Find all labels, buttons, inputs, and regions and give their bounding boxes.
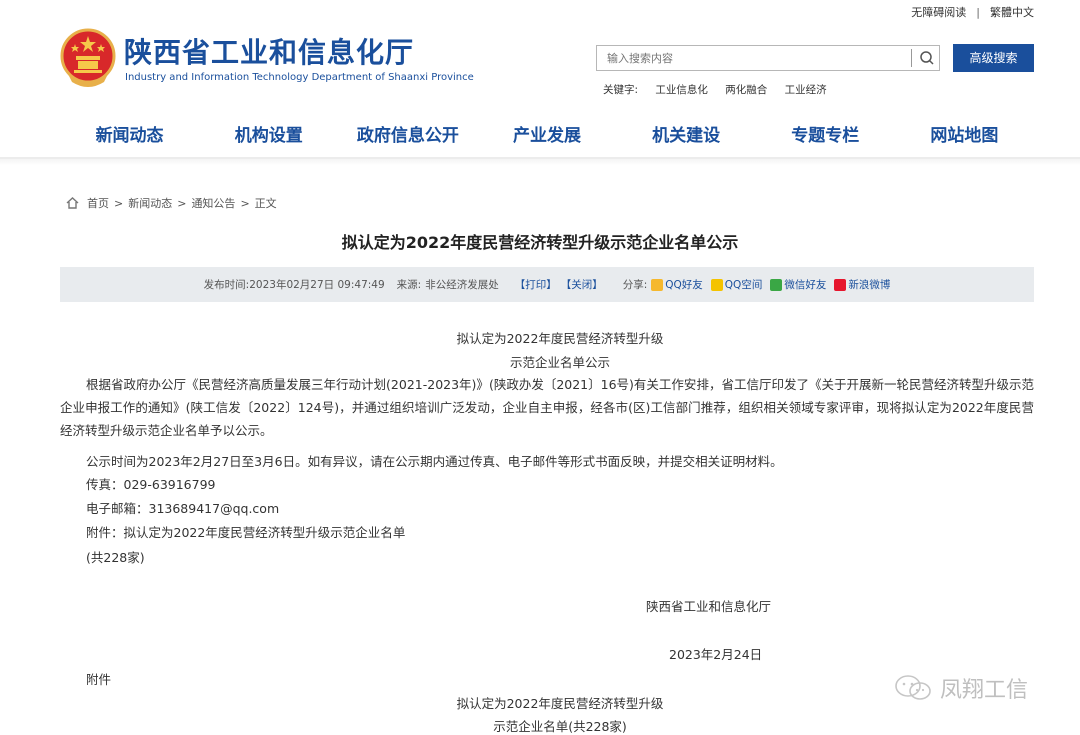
watermark: 凤翔工信 (894, 670, 1048, 706)
wechat-watermark-icon (895, 675, 931, 700)
notice-text: 公示时间为2023年2月27日至3月6日。如有异议，请在公示期内通过传真、电子邮… (86, 454, 783, 469)
advanced-search-button[interactable]: 高级搜索 (953, 44, 1034, 72)
breadcrumb-separator: > (240, 196, 250, 210)
signature: 陕西省工业和信息化厅 (646, 599, 772, 614)
search-keywords: 关键字: 工业信息化 两化融合 工业经济 (603, 82, 841, 97)
qq-icon (651, 278, 664, 291)
breadcrumb-news[interactable]: 新闻动态 (128, 195, 172, 211)
article-meta: 发布时间: 2023年02月27日 09:47:49 来源: 非公经济发展处 【… (60, 267, 1034, 302)
search-input[interactable] (597, 46, 917, 70)
wechat-icon (770, 278, 783, 291)
signature-date: 2023年2月24日 (669, 647, 763, 662)
appendix-heading-2: 示范企业名单(共228家) (493, 719, 627, 734)
search-box (596, 45, 940, 71)
print-link[interactable]: 【打印】 (515, 277, 557, 292)
keyword-link[interactable]: 两化融合 (725, 84, 767, 96)
article-title: 拟认定为2022年度民营经济转型升级示范企业名单公示 (341, 233, 739, 252)
publish-label: 发布时间: (203, 279, 250, 291)
article-heading-2: 示范企业名单公示 (509, 355, 610, 370)
share-qq-friend[interactable]: QQ好友 (651, 277, 703, 292)
accessibility-link[interactable]: 无障碍阅读 (911, 6, 966, 19)
nav-item-party[interactable]: 机关建设 (617, 122, 756, 150)
source-label: 来源: (396, 279, 422, 291)
breadcrumb-current: 正文 (254, 197, 277, 210)
national-emblem-icon (60, 28, 116, 87)
keyword-link[interactable]: 工业信息化 (655, 84, 708, 96)
breadcrumb: 首页 > 新闻动态 > 通知公告 > 正文 (66, 195, 277, 211)
divider: | (976, 6, 980, 19)
fax-text: 传真：029-63916799 (86, 477, 216, 492)
keyword-link[interactable]: 工业经济 (785, 84, 827, 96)
site-title-cn[interactable]: 陕西省工业和信息化厅 (124, 31, 414, 71)
main-nav: 新闻动态 机构设置 政府信息公开 产业发展 机关建设 专题专栏 网站地图 (60, 122, 1034, 150)
breadcrumb-separator: > (177, 196, 187, 210)
watermark-text: 凤翔工信 (940, 678, 1029, 703)
share-qzone[interactable]: QQ空间 (710, 277, 763, 292)
traditional-chinese-link[interactable]: 繁體中文 (990, 6, 1034, 19)
attachment-count: (共228家) (86, 550, 145, 565)
share-wechat[interactable]: 微信好友 (770, 277, 826, 292)
nav-item-sitemap[interactable]: 网站地图 (895, 122, 1034, 150)
article-paragraph: 根据省政府办公厅《民营经济高质量发展三年行动计划(2021-2023年)》(陕政… (60, 377, 1034, 438)
share-qq-friend-label: QQ好友 (665, 279, 703, 291)
utility-links: 无障碍阅读 | 繁體中文 (911, 4, 1034, 20)
share-weibo[interactable]: 新浪微博 (834, 277, 890, 292)
share-wechat-label: 微信好友 (784, 279, 827, 291)
qzone-icon (710, 278, 723, 291)
home-icon (66, 197, 79, 209)
search-divider (911, 49, 912, 67)
share-label: 分享: (622, 279, 648, 291)
breadcrumb-notices[interactable]: 通知公告 (191, 195, 235, 211)
search-icon[interactable] (919, 50, 935, 66)
nav-item-industry[interactable]: 产业发展 (477, 122, 616, 150)
email-text: 电子邮箱：313689417@qq.com (86, 501, 280, 516)
appendix-label: 附件 (86, 672, 112, 687)
nav-item-topics[interactable]: 专题专栏 (756, 122, 895, 150)
publish-time: 2023年02月27日 09:47:49 (249, 279, 385, 291)
site-title-en: Industry and Information Technology Depa… (125, 72, 474, 83)
nav-item-gov-info[interactable]: 政府信息公开 (338, 122, 477, 150)
attachment-text: 附件：拟认定为2022年度民营经济转型升级示范企业名单 (86, 525, 406, 540)
article-heading-1: 拟认定为2022年度民营经济转型升级 (456, 331, 664, 346)
nav-item-organization[interactable]: 机构设置 (199, 122, 338, 150)
share-weibo-label: 新浪微博 (848, 279, 891, 291)
weibo-icon (834, 278, 847, 291)
breadcrumb-home[interactable]: 首页 (87, 195, 109, 211)
keywords-label: 关键字: (603, 84, 639, 96)
nav-item-news[interactable]: 新闻动态 (60, 122, 199, 150)
breadcrumb-separator: > (114, 196, 124, 210)
close-link[interactable]: 【关闭】 (561, 277, 603, 292)
share-qzone-label: QQ空间 (724, 279, 763, 291)
nav-shadow (0, 159, 1080, 165)
source-value: 非公经济发展处 (425, 279, 499, 291)
